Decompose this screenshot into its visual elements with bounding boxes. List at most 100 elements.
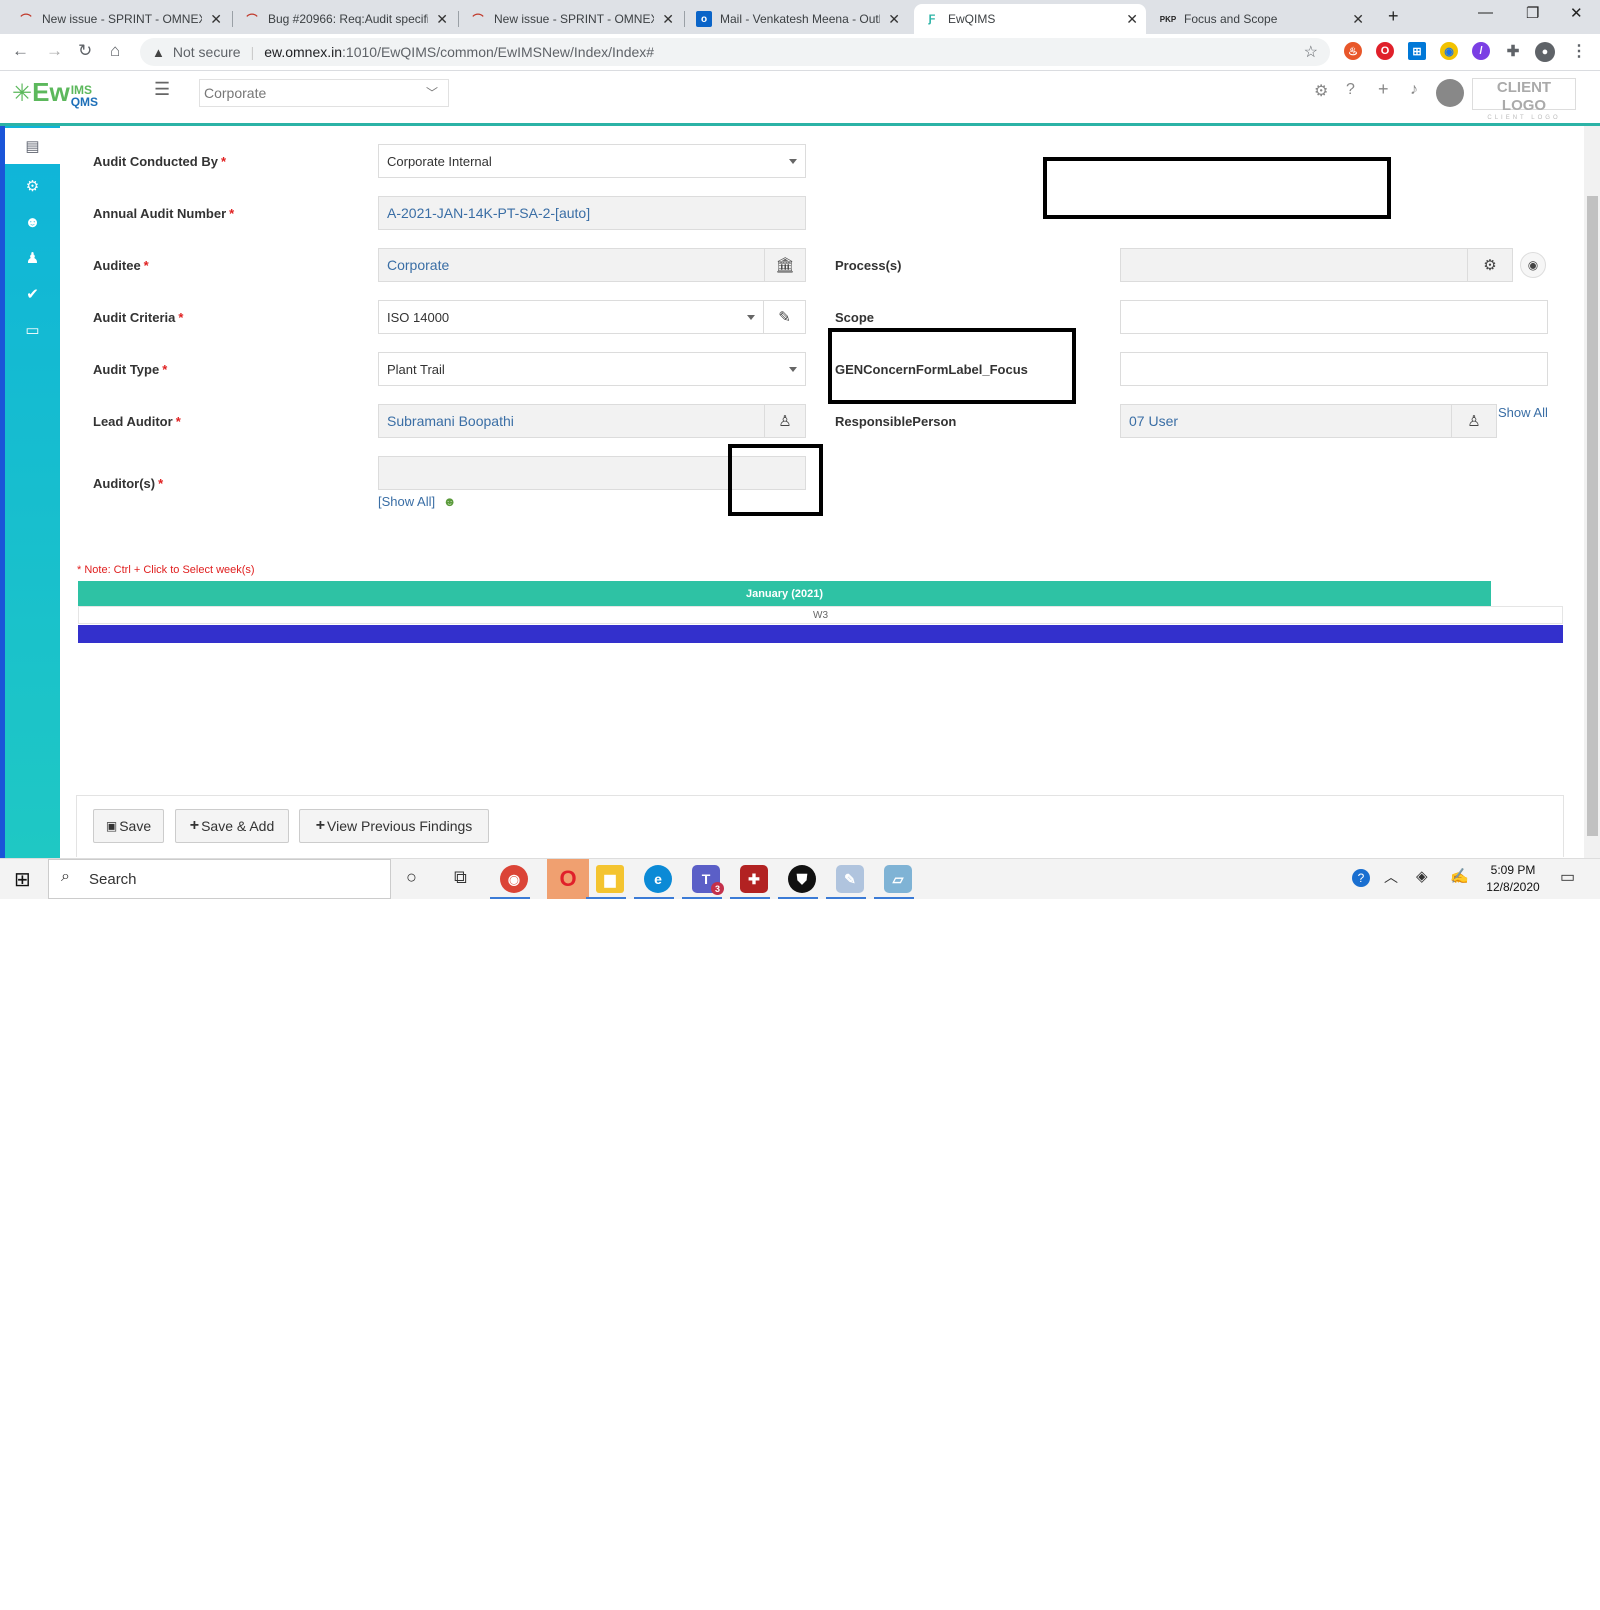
browser-tab-1[interactable]: ⌒ New issue - SPRINT - OMNEX I ✕ xyxy=(8,4,230,34)
extensions-puzzle-icon[interactable]: ✚ xyxy=(1504,42,1522,60)
edit-criteria-button[interactable]: ✎ xyxy=(763,300,806,334)
sidebar-item-audit[interactable]: ▤ xyxy=(5,128,60,164)
flame-extension-icon[interactable]: ♨ xyxy=(1344,42,1362,60)
pen-tray-icon[interactable]: ✍ xyxy=(1450,867,1469,885)
eye-icon: ◉ xyxy=(1527,258,1539,272)
calendar-week-label[interactable]: W3 xyxy=(78,606,1563,624)
chevron-up-icon[interactable]: ︿ xyxy=(1384,867,1398,887)
view-processes-button[interactable]: ◉ xyxy=(1520,252,1546,278)
forward-icon[interactable]: → xyxy=(46,41,63,61)
windows-extension-icon[interactable]: ⊞ xyxy=(1408,42,1426,60)
restore-icon[interactable]: ❐ xyxy=(1526,4,1539,22)
reload-icon[interactable]: ↻ xyxy=(78,41,92,61)
paint-icon[interactable]: ✎ xyxy=(836,865,864,893)
close-tab-icon[interactable]: ✕ xyxy=(1126,11,1138,28)
gear-icon[interactable]: ⚙ xyxy=(1314,81,1328,101)
browser-tab-5[interactable]: Ƒ EwQIMS ✕ xyxy=(914,4,1146,34)
browser-tab-6[interactable]: PKP Focus and Scope ✕ xyxy=(1150,4,1372,34)
audit-type-select[interactable]: Plant Trail xyxy=(378,352,806,386)
ewqims-logo: ✳ Ew IMS QMS xyxy=(12,77,99,109)
browser-tab-2[interactable]: ⌒ Bug #20966: Req:Audit specific ✕ xyxy=(234,4,456,34)
entity-select[interactable]: Corporate ﹀ xyxy=(199,79,449,107)
auditee-picker-button[interactable]: 🏛 xyxy=(764,248,806,282)
focus-field[interactable] xyxy=(1120,352,1548,386)
hamburger-menu-icon[interactable]: ☰ xyxy=(154,79,170,100)
home-icon[interactable]: ⌂ xyxy=(110,41,120,61)
plus-icon: + xyxy=(315,817,326,834)
file-explorer-icon[interactable]: ▆ xyxy=(596,865,624,893)
pen-extension-icon[interactable]: / xyxy=(1472,42,1490,60)
shield-icon[interactable]: ⛊ xyxy=(788,865,816,893)
help-tray-icon[interactable]: ? xyxy=(1352,869,1370,887)
scope-field[interactable] xyxy=(1120,300,1548,334)
windows-start-icon[interactable]: ⊞ xyxy=(14,867,31,892)
teams-icon[interactable]: T3 xyxy=(692,865,724,895)
responsible-person-picker-button[interactable]: ♙ xyxy=(1451,404,1497,438)
save-button[interactable]: ▣ Save xyxy=(93,809,164,843)
profile-icon[interactable]: ● xyxy=(1535,42,1555,62)
close-tab-icon[interactable]: ✕ xyxy=(210,11,222,28)
responsible-person-field[interactable]: 07 User xyxy=(1120,404,1452,438)
dropbox-icon[interactable]: ◈ xyxy=(1416,867,1428,885)
institution-icon: 🏛 xyxy=(775,257,795,274)
browser-toolbar: ← → ↻ ⌂ ▲ Not secure | ew.omnex.in:1010/… xyxy=(0,34,1600,71)
processes-settings-button[interactable]: ⚙ xyxy=(1467,248,1513,282)
notifications-icon[interactable]: ▭ xyxy=(1560,867,1575,887)
task-view-icon[interactable]: ⧉ xyxy=(454,867,467,888)
calendar-week-selection-bar[interactable] xyxy=(78,625,1563,643)
opera-icon[interactable]: O xyxy=(547,859,589,899)
system-clock[interactable]: 5:09 PM 12/8/2020 xyxy=(1478,862,1548,896)
lead-auditor-label: Lead Auditor * xyxy=(93,414,181,429)
lead-auditor-field[interactable]: Subramani Boopathi xyxy=(378,404,765,438)
sidebar-item-user-settings[interactable]: ♟ xyxy=(5,240,60,276)
close-tab-icon[interactable]: ✕ xyxy=(436,11,448,28)
auditors-show-all-link[interactable]: [Show All] ☻ xyxy=(378,494,456,509)
new-tab-icon[interactable]: + xyxy=(1388,6,1399,27)
auditee-field[interactable]: Corporate xyxy=(378,248,765,282)
app-window-icon[interactable]: ▱ xyxy=(884,865,912,893)
save-and-add-button[interactable]: + Save & Add xyxy=(175,809,289,843)
sidebar-item-presentation[interactable]: ▭ xyxy=(5,312,60,348)
audit-conducted-by-select[interactable]: Corporate Internal xyxy=(378,144,806,178)
sidebar-item-user-check[interactable]: ✔ xyxy=(5,276,60,312)
user-icon: ♙ xyxy=(778,413,792,430)
browser-tab-3[interactable]: ⌒ New issue - SPRINT - OMNEX I ✕ xyxy=(460,4,682,34)
close-tab-icon[interactable]: ✕ xyxy=(888,11,900,28)
caret-down-icon xyxy=(789,367,797,372)
gears-icon: ⚙ xyxy=(1483,257,1497,274)
floppy-disk-icon: ▣ xyxy=(105,819,118,833)
audit-criteria-select[interactable]: ISO 14000 xyxy=(378,300,764,334)
help-icon[interactable]: ? xyxy=(1346,81,1355,99)
caret-down-icon xyxy=(747,315,755,320)
back-icon[interactable]: ← xyxy=(12,41,29,61)
teams-badge: 3 xyxy=(711,882,724,895)
security-app-icon[interactable]: ✚ xyxy=(740,865,768,893)
sidebar-item-settings[interactable]: ⚙ xyxy=(5,168,60,204)
audit-type-label: Audit Type * xyxy=(93,362,168,377)
bell-icon[interactable]: ♪ xyxy=(1410,81,1418,99)
close-tab-icon[interactable]: ✕ xyxy=(1352,11,1364,28)
edge-icon[interactable]: e xyxy=(644,865,672,893)
lead-auditor-picker-button[interactable]: ♙ xyxy=(764,404,806,438)
warning-icon: ▲ xyxy=(152,44,165,60)
user-gear-icon: ♟ xyxy=(25,250,40,267)
opera-extension-icon[interactable]: O xyxy=(1376,42,1394,60)
avatar[interactable] xyxy=(1436,79,1464,107)
responsible-show-all-link[interactable]: Show All xyxy=(1498,405,1548,420)
close-tab-icon[interactable]: ✕ xyxy=(662,11,674,28)
chrome-icon[interactable]: ◉ xyxy=(500,865,528,893)
browser-tab-4[interactable]: o Mail - Venkatesh Meena - Outl ✕ xyxy=(686,4,908,34)
close-window-icon[interactable]: ✕ xyxy=(1570,4,1583,22)
view-previous-findings-button[interactable]: + View Previous Findings xyxy=(299,809,489,843)
bookmark-star-icon[interactable]: ☆ xyxy=(1304,42,1318,62)
cortana-icon[interactable]: ○ xyxy=(406,867,417,888)
taskbar-search[interactable]: ⌕ Search xyxy=(48,859,391,899)
sidebar-item-groups[interactable]: ☻ xyxy=(5,204,60,240)
plus-icon[interactable]: + xyxy=(1378,79,1389,100)
colorzilla-extension-icon[interactable]: ◉ xyxy=(1440,42,1458,60)
processes-field[interactable] xyxy=(1120,248,1468,282)
minimize-icon[interactable]: — xyxy=(1478,4,1493,21)
browser-menu-icon[interactable]: ⋮ xyxy=(1570,42,1588,60)
address-bar[interactable]: ▲ Not secure | ew.omnex.in:1010/EwQIMS/c… xyxy=(140,38,1330,66)
scrollbar-thumb[interactable] xyxy=(1587,196,1598,836)
